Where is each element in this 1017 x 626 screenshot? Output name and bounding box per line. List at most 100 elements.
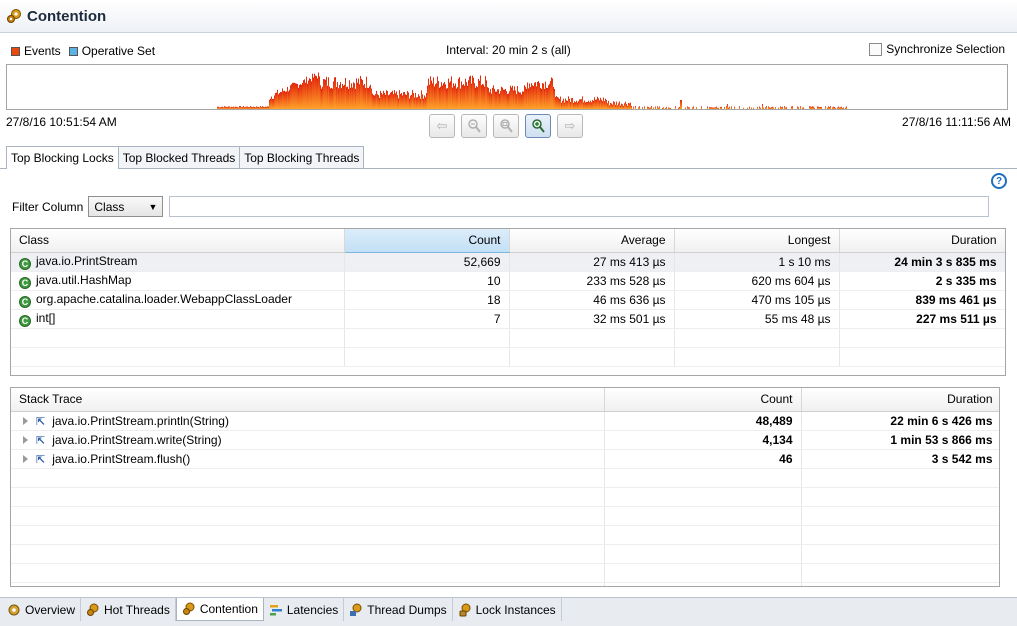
cell-class: java.util.HashMap xyxy=(36,272,132,287)
cell-count: 10 xyxy=(344,271,510,291)
histogram-bar xyxy=(390,92,391,109)
table-row[interactable]: ⇱ java.io.PrintStream.println(String) 48,… xyxy=(11,411,999,431)
column-header-class[interactable]: Class xyxy=(11,229,345,253)
histogram-bar xyxy=(432,83,433,109)
table-row[interactable]: ⇱ java.io.PrintStream.flush() 46 3 s 542 … xyxy=(11,449,999,469)
histogram-bar xyxy=(328,77,329,109)
histogram-bar xyxy=(599,100,600,109)
histogram-bar xyxy=(511,87,512,109)
histogram-bar xyxy=(582,96,583,109)
histogram-bar xyxy=(550,80,551,109)
histogram-bar xyxy=(305,82,306,109)
histogram-bar xyxy=(318,72,319,109)
histogram-bar xyxy=(454,85,455,109)
histogram-bar xyxy=(503,89,504,109)
tab-top-blocking-locks[interactable]: Top Blocking Locks xyxy=(6,146,119,169)
histogram-bar xyxy=(292,82,293,109)
column-header-count[interactable]: Count xyxy=(344,229,510,253)
table-row[interactable]: Corg.apache.catalina.loader.WebappClassL… xyxy=(11,290,1005,310)
tab-thread-dumps[interactable]: Thread Dumps xyxy=(344,598,453,621)
histogram-bar xyxy=(620,105,621,109)
cell-count: 18 xyxy=(344,290,510,310)
histogram-bar xyxy=(518,91,519,109)
histogram-bar xyxy=(784,106,785,109)
histogram-bar xyxy=(601,99,602,109)
histogram-bar xyxy=(680,100,681,109)
tab-hot-threads[interactable]: Hot Threads xyxy=(81,598,176,621)
events-swatch xyxy=(11,46,20,56)
tab-lock-instances[interactable]: Lock Instances xyxy=(453,598,562,621)
histogram-bar xyxy=(290,85,291,109)
range-start-time: 27/8/16 10:51:54 AM xyxy=(6,115,117,129)
histogram-bar xyxy=(353,82,354,109)
histogram-bar xyxy=(473,77,474,109)
zoom-in-button[interactable] xyxy=(525,114,551,138)
class-icon: C xyxy=(19,295,31,308)
histogram-bar xyxy=(341,88,342,109)
contention-icon xyxy=(182,602,195,615)
events-histogram[interactable] xyxy=(6,64,1008,110)
histogram-bar xyxy=(234,107,235,109)
histogram-bar xyxy=(544,88,545,109)
zoom-out-icon xyxy=(468,119,481,133)
histogram-bar xyxy=(552,78,553,109)
filter-input[interactable] xyxy=(169,196,989,217)
histogram-bar xyxy=(304,79,305,109)
histogram-bar xyxy=(627,105,628,109)
table-row[interactable]: ⇱ java.io.PrintStream.write(String) 4,134… xyxy=(11,430,999,450)
column-header-longest[interactable]: Longest xyxy=(674,229,840,253)
histogram-bar xyxy=(720,106,721,109)
column-header-duration[interactable]: Duration xyxy=(839,229,1005,253)
expand-icon[interactable] xyxy=(23,454,28,463)
histogram-bar xyxy=(426,93,427,109)
histogram-bar xyxy=(759,106,760,109)
expand-icon[interactable] xyxy=(23,435,28,444)
tab-contention[interactable]: Contention xyxy=(175,598,264,621)
histogram-bar xyxy=(395,93,396,109)
histogram-bar xyxy=(456,88,457,109)
zoom-out-button[interactable] xyxy=(461,114,487,138)
column-header-stack-trace[interactable]: Stack Trace xyxy=(11,388,605,412)
histogram-bar xyxy=(837,107,838,109)
column-header-average[interactable]: Average xyxy=(509,229,675,253)
histogram-bar xyxy=(770,107,771,109)
histogram-bar xyxy=(344,84,345,109)
back-button[interactable]: ⇦ xyxy=(429,114,455,138)
expand-icon[interactable] xyxy=(23,416,28,425)
histogram-bar xyxy=(529,83,530,109)
histogram-bar xyxy=(539,83,540,109)
histogram-bar xyxy=(525,86,526,109)
tab-top-blocked-threads[interactable]: Top Blocked Threads xyxy=(117,146,241,168)
histogram-bar xyxy=(523,91,524,109)
column-header-count[interactable]: Count xyxy=(604,388,802,412)
table-row[interactable]: Cjava.util.HashMap 10 233 ms 528 µs 620 … xyxy=(11,271,1005,291)
zoom-reset-button[interactable] xyxy=(493,114,519,138)
tab-overview[interactable]: Overview xyxy=(2,598,82,621)
filter-column-select[interactable]: Class ▼ xyxy=(88,196,164,217)
histogram-bar xyxy=(753,107,754,109)
tab-top-blocking-threads[interactable]: Top Blocking Threads xyxy=(239,146,365,168)
table-row[interactable]: Cjava.io.PrintStream 52,669 27 ms 413 µs… xyxy=(11,252,1005,272)
histogram-bar xyxy=(624,103,625,109)
column-header-duration[interactable]: Duration xyxy=(801,388,999,412)
histogram-bar xyxy=(410,95,411,109)
histogram-bar xyxy=(809,106,810,109)
histogram-bar xyxy=(355,88,356,109)
histogram-bar xyxy=(605,98,606,109)
legend-events[interactable]: Events xyxy=(11,44,61,58)
histogram-bar xyxy=(268,106,269,109)
histogram-bar xyxy=(564,102,565,109)
help-icon[interactable]: ? xyxy=(991,173,1007,189)
legend-operative-set[interactable]: Operative Set xyxy=(68,44,155,58)
histogram-bar xyxy=(340,82,341,109)
forward-button[interactable]: ⇨ xyxy=(557,114,583,138)
histogram-bar xyxy=(692,107,693,109)
synchronize-checkbox[interactable] xyxy=(869,42,883,56)
histogram-bar xyxy=(583,102,584,109)
synchronize-selection[interactable]: Synchronize Selection xyxy=(869,42,1005,56)
tab-latencies[interactable]: Latencies xyxy=(264,598,345,621)
histogram-bar xyxy=(470,75,471,109)
locks-table-header: Class Count Average Longest Duration xyxy=(11,229,1005,253)
table-row[interactable]: Cint[] 7 32 ms 501 µs 55 ms 48 µs 227 ms… xyxy=(11,309,1005,329)
histogram-bar xyxy=(447,88,448,109)
